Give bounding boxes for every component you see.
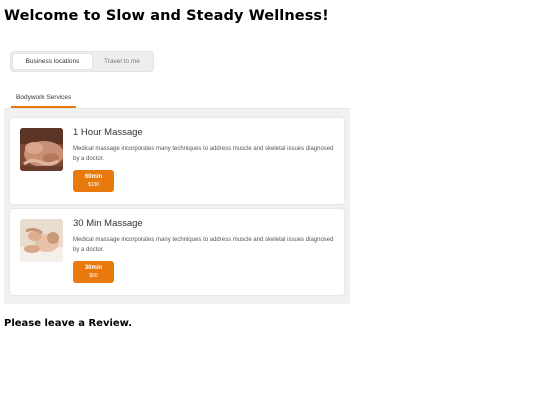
travel-to-me-option[interactable]: Travel to me [92, 54, 152, 69]
review-heading: Please leave a Review. [4, 318, 133, 329]
page-title: Welcome to Slow and Steady Wellness! [4, 8, 329, 24]
service-price: $100 [87, 182, 100, 188]
service-description: Medical massage incorporates many techni… [73, 237, 334, 253]
book-30min-button[interactable]: 30min $60 [73, 261, 114, 283]
service-duration: 60min [84, 174, 103, 180]
service-duration: 30min [84, 265, 103, 271]
service-card-1-hour-massage: 1 Hour Massage Medical massage incorpora… [10, 118, 344, 204]
business-locations-option[interactable]: Business locations [13, 54, 92, 69]
service-price: $60 [89, 273, 98, 279]
massage-back-photo [20, 128, 63, 171]
services-panel: 1 Hour Massage Medical massage incorpora… [4, 109, 350, 304]
service-card-30-min-massage: 30 Min Massage Medical massage incorpora… [10, 209, 344, 295]
service-title: 30 Min Massage [73, 218, 143, 229]
tab-bodywork-services[interactable]: Bodywork Services [11, 90, 77, 108]
service-description: Medical massage incorporates many techni… [73, 146, 334, 162]
services-tab-bar: Bodywork Services [4, 90, 350, 109]
book-60min-button[interactable]: 60min $100 [73, 170, 114, 192]
service-title: 1 Hour Massage [73, 127, 143, 138]
massage-face-photo [20, 219, 63, 262]
location-toggle: Business locations Travel to me [10, 51, 154, 72]
